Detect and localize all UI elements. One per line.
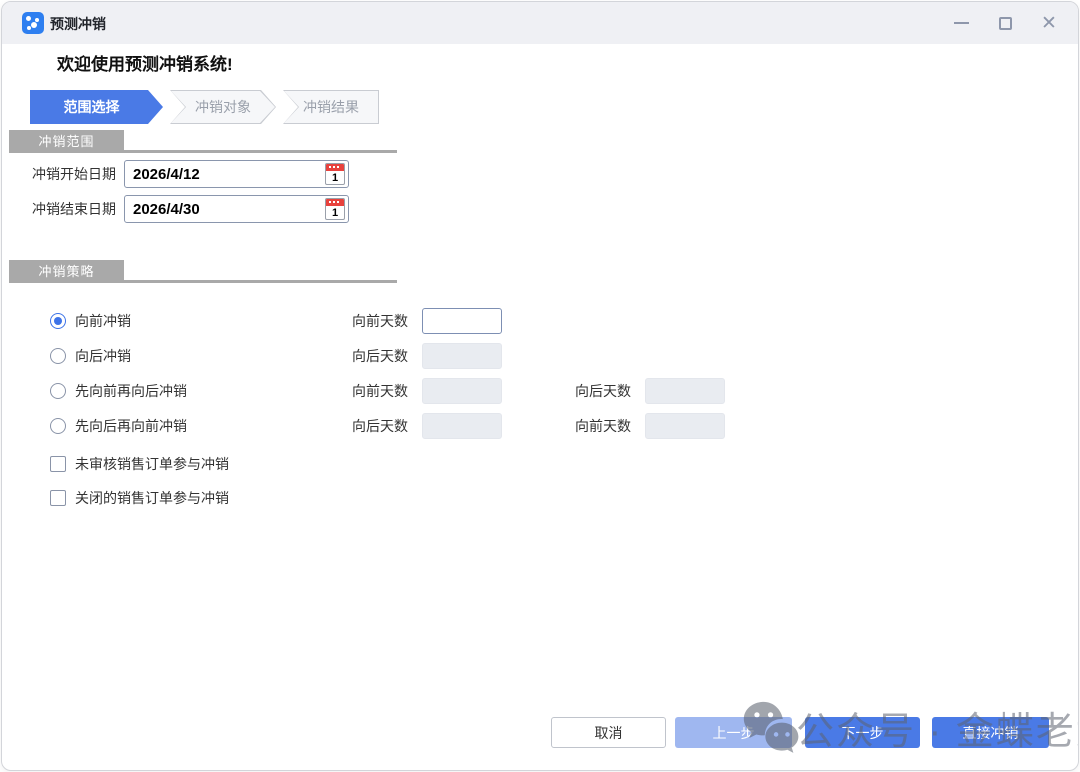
option-forward-backward: 先向前再向后冲销	[50, 378, 187, 404]
maximize-icon[interactable]	[990, 8, 1020, 38]
forward-days-input[interactable]	[422, 308, 502, 334]
backward-days-input	[422, 343, 502, 369]
direct-writeoff-button[interactable]: 直接冲销	[932, 717, 1049, 748]
wizard-step-target[interactable]: 冲销对象	[170, 90, 276, 124]
titlebar: 预测冲销 ✕	[2, 2, 1078, 44]
next-step-button[interactable]: 下一步	[805, 717, 920, 748]
radio-forward-backward[interactable]	[50, 383, 66, 399]
option-forward: 向前冲销	[50, 308, 131, 334]
fb-forward-days-group: 向前天数	[352, 378, 502, 404]
app-logo-icon	[22, 12, 44, 34]
page-title: 欢迎使用预测冲销系统!	[57, 50, 233, 75]
fb-backward-days-input	[645, 378, 725, 404]
unapproved-orders-row: 未审核销售订单参与冲销	[50, 454, 229, 474]
unapproved-orders-checkbox[interactable]	[50, 456, 66, 472]
window-title: 预测冲销	[50, 14, 106, 34]
radio-backward[interactable]	[50, 348, 66, 364]
start-date-box: 1	[124, 160, 349, 188]
forecast-writeoff-dialog: 预测冲销 ✕ 欢迎使用预测冲销系统! 范围选择 冲销对象 冲销结果 冲销范围 冲…	[1, 1, 1079, 771]
wizard-steps: 范围选择 冲销对象 冲销结果	[30, 90, 379, 124]
calendar-icon[interactable]: 1	[325, 163, 345, 185]
section-divider	[9, 280, 397, 283]
section-header-strategy: 冲销策略	[9, 260, 124, 281]
end-date-row: 冲销结束日期 1	[32, 195, 349, 223]
bf-backward-days-group: 向后天数	[352, 413, 502, 439]
closed-orders-checkbox[interactable]	[50, 490, 66, 506]
wizard-step-range[interactable]: 范围选择	[30, 90, 163, 124]
window-controls: ✕	[946, 8, 1064, 38]
start-date-input[interactable]	[124, 160, 349, 188]
closed-orders-row: 关闭的销售订单参与冲销	[50, 488, 229, 508]
end-date-input[interactable]	[124, 195, 349, 223]
start-date-row: 冲销开始日期 1	[32, 160, 349, 188]
radio-forward[interactable]	[50, 313, 66, 329]
wizard-step-result[interactable]: 冲销结果	[283, 90, 379, 124]
bf-forward-days-input	[645, 413, 725, 439]
option-backward: 向后冲销	[50, 343, 131, 369]
previous-step-button[interactable]: 上一步	[675, 717, 792, 748]
option-backward-forward: 先向后再向前冲销	[50, 413, 187, 439]
start-date-label: 冲销开始日期	[32, 164, 116, 184]
radio-backward-forward[interactable]	[50, 418, 66, 434]
fb-backward-days-group: 向后天数	[575, 378, 725, 404]
end-date-label: 冲销结束日期	[32, 199, 116, 219]
bf-forward-days-group: 向前天数	[575, 413, 725, 439]
end-date-box: 1	[124, 195, 349, 223]
cancel-button[interactable]: 取消	[551, 717, 666, 748]
section-divider	[9, 150, 397, 153]
bf-backward-days-input	[422, 413, 502, 439]
forward-days-group: 向前天数	[352, 308, 502, 334]
calendar-icon[interactable]: 1	[325, 198, 345, 220]
fb-forward-days-input	[422, 378, 502, 404]
close-icon[interactable]: ✕	[1034, 8, 1064, 38]
minimize-icon[interactable]	[946, 8, 976, 38]
section-header-range: 冲销范围	[9, 130, 124, 151]
backward-days-group: 向后天数	[352, 343, 502, 369]
